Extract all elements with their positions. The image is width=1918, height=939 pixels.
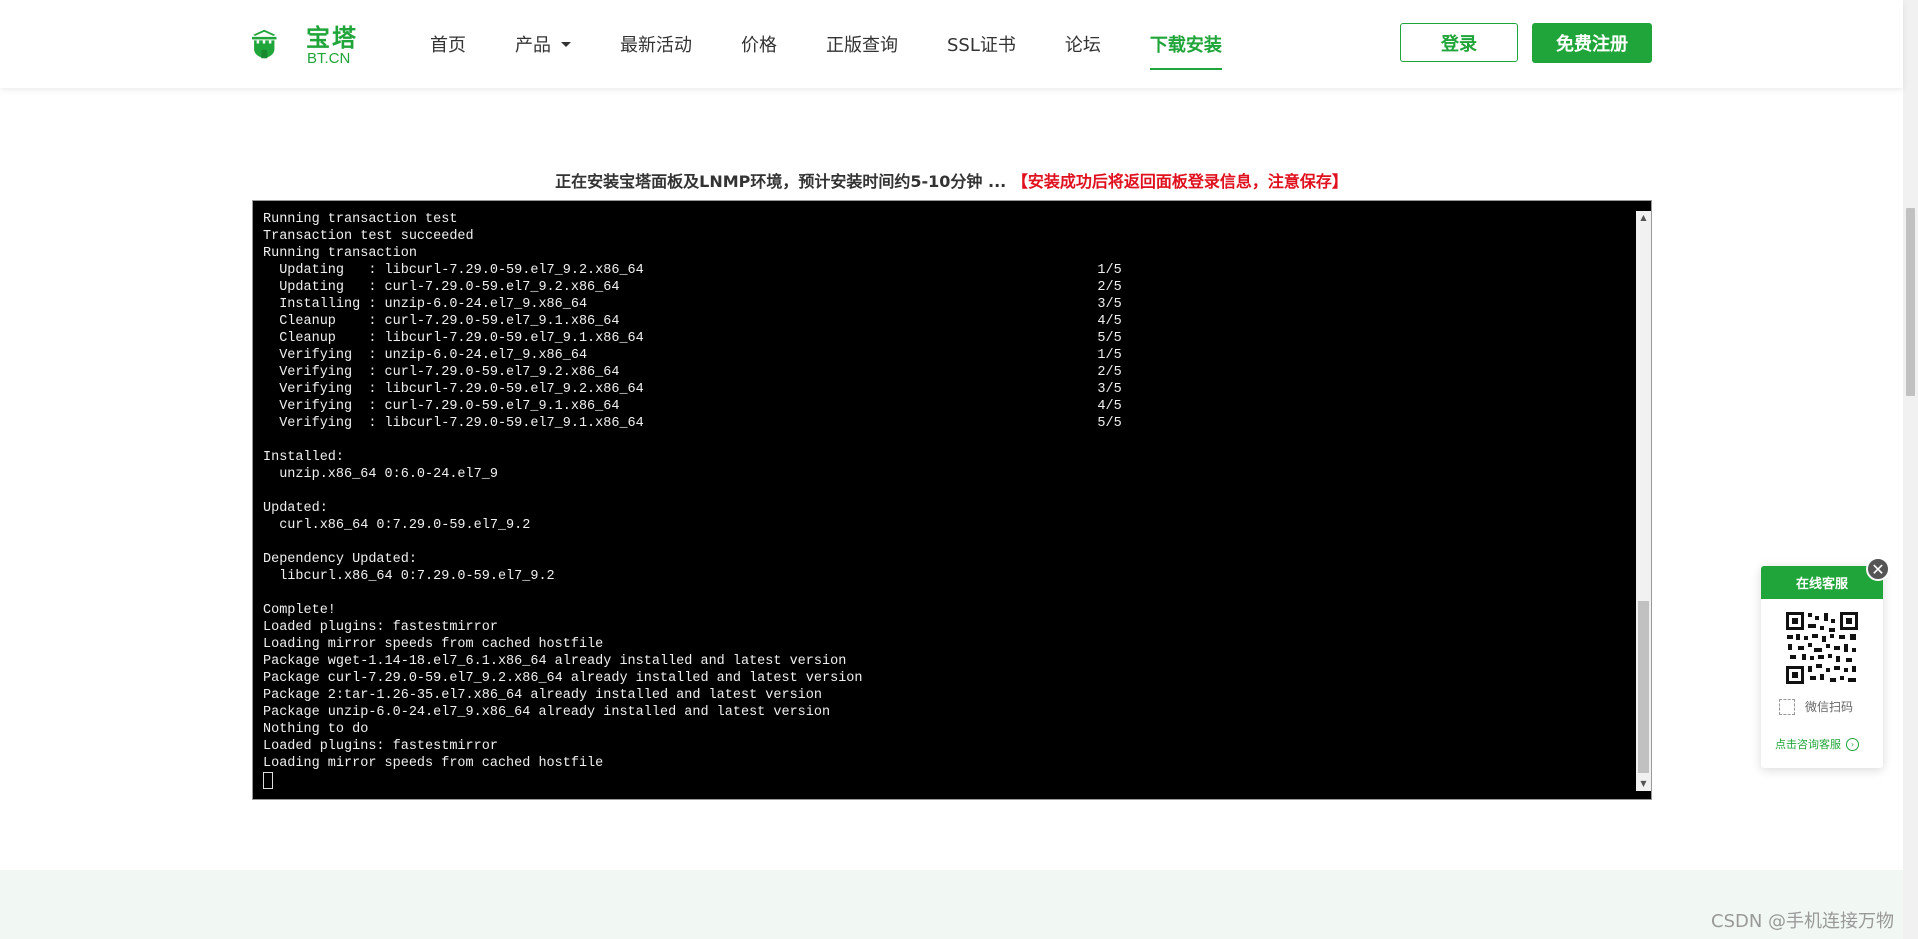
install-terminal[interactable]: Running transaction test Transaction tes… xyxy=(252,200,1652,800)
footer-band xyxy=(0,870,1903,939)
nav-products-label: 产品 xyxy=(515,35,551,56)
wechat-qr-code xyxy=(1784,610,1860,686)
scan-label: 微信扫码 xyxy=(1805,700,1854,714)
logo-text-cn[interactable]: 宝塔 xyxy=(306,18,358,53)
caret-down-icon xyxy=(561,41,571,47)
nav-price[interactable]: 价格 xyxy=(741,0,777,88)
nav-home[interactable]: 首页 xyxy=(430,0,466,88)
install-warning-text: 【安装成功后将返回面板登录信息，注意保存】 xyxy=(1011,172,1348,191)
nav-price-label: 价格 xyxy=(741,35,777,56)
nav-products[interactable]: 产品 xyxy=(515,0,571,88)
login-button[interactable]: 登录 xyxy=(1400,23,1518,62)
install-notice-text: 正在安装宝塔面板及LNMP环境，预计安装时间约5-10分钟 ... xyxy=(555,172,1007,191)
terminal-scrollbar[interactable]: ▲ ▼ xyxy=(1636,211,1651,791)
main-nav: 首页 产品 最新活动 价格 正版查询 SSL证书 论坛 下载安装 xyxy=(430,0,1271,88)
online-service-panel: 在线客服 微信扫码 点击咨询客服 › xyxy=(1761,566,1883,768)
nav-forum[interactable]: 论坛 xyxy=(1065,0,1101,88)
nav-home-label: 首页 xyxy=(430,35,466,56)
logo-text-en[interactable]: BT.CN xyxy=(307,50,350,67)
bt-logo-icon[interactable] xyxy=(250,14,306,74)
service-title[interactable]: 在线客服 xyxy=(1761,566,1883,599)
scroll-up-arrow-icon[interactable]: ▲ xyxy=(1636,211,1651,225)
terminal-output: Running transaction test Transaction tes… xyxy=(263,211,1122,792)
nav-download[interactable]: 下载安装 xyxy=(1149,0,1222,88)
page-scrollbar[interactable] xyxy=(1903,0,1918,939)
scroll-down-arrow-icon[interactable]: ▼ xyxy=(1636,777,1651,791)
install-notice: 正在安装宝塔面板及LNMP环境，预计安装时间约5-10分钟 ... 【安装成功后… xyxy=(0,168,1903,192)
nav-license-check[interactable]: 正版查询 xyxy=(826,0,898,88)
terminal-scroll-thumb[interactable] xyxy=(1638,601,1649,773)
nav-ssl[interactable]: SSL证书 xyxy=(947,0,1016,88)
scan-icon xyxy=(1779,698,1795,715)
terminal-cursor xyxy=(263,772,273,789)
register-button[interactable]: 免费注册 xyxy=(1532,23,1652,63)
chevron-right-icon: › xyxy=(1846,737,1859,751)
close-icon[interactable]: ✕ xyxy=(1866,557,1890,581)
scan-row: 微信扫码 xyxy=(1779,698,1853,715)
nav-activities[interactable]: 最新活动 xyxy=(620,0,692,88)
page-scroll-thumb[interactable] xyxy=(1906,208,1915,396)
consult-link[interactable]: 点击咨询客服 › xyxy=(1775,736,1859,752)
terminal-lines: Running transaction test Transaction tes… xyxy=(263,212,1122,771)
nav-license-check-label: 正版查询 xyxy=(826,35,898,56)
nav-ssl-label: SSL证书 xyxy=(947,35,1016,56)
nav-forum-label: 论坛 xyxy=(1064,35,1101,56)
watermark: CSDN @手机连接万物 xyxy=(1711,911,1895,932)
nav-download-label: 下载安装 xyxy=(1149,35,1222,56)
consult-label: 点击咨询客服 xyxy=(1775,738,1841,751)
site-header: 宝塔 BT.CN 首页 产品 最新活动 价格 正版查询 SSL证书 论坛 下载安… xyxy=(0,0,1903,88)
nav-activities-label: 最新活动 xyxy=(620,35,692,56)
